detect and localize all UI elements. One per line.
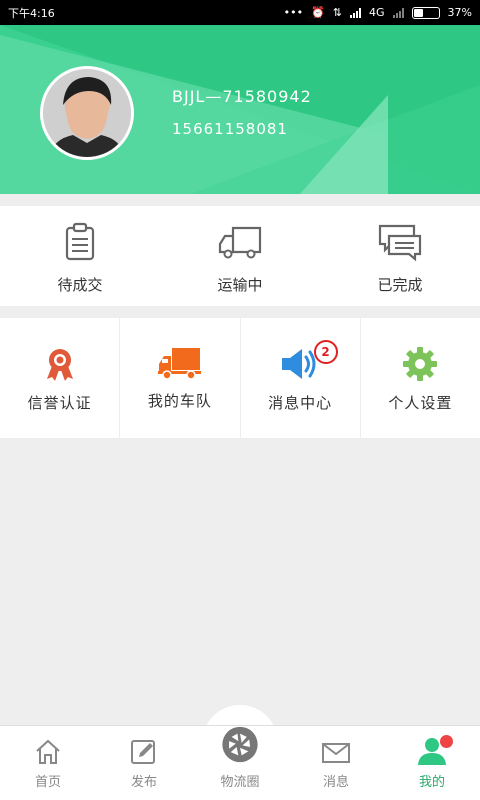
tab-home[interactable]: 首页 <box>0 726 96 800</box>
tab-messages[interactable]: 消息 <box>288 726 384 800</box>
profile-header: BJJL—71580942 15661158081 <box>0 25 480 194</box>
credit-certification-label: 信誉认证 <box>27 394 92 412</box>
tab-mine-label: 我的 <box>418 775 445 790</box>
tab-publish[interactable]: 发布 <box>96 726 192 800</box>
tab-logistics-circle[interactable]: 物流圈 <box>192 726 288 800</box>
avatar-photo <box>43 69 131 157</box>
signal-icon <box>350 7 362 18</box>
alarm-icon: ⏰ <box>311 6 325 19</box>
mail-icon <box>322 743 350 763</box>
tab-logistics-circle-label: 物流圈 <box>220 775 260 790</box>
message-badge: 2 <box>313 340 338 364</box>
tab-mine[interactable]: 我的 <box>384 726 480 800</box>
my-fleet-label: 我的车队 <box>147 392 212 410</box>
order-pending[interactable]: 待成交 <box>0 206 160 306</box>
message-center-label: 消息中心 <box>268 394 333 412</box>
avatar[interactable] <box>40 66 134 160</box>
wifi-off-icon: ⇅ <box>332 6 343 19</box>
home-icon <box>36 739 60 764</box>
personal-settings-label: 个人设置 <box>388 394 453 412</box>
network-type: 4G <box>369 6 385 19</box>
notification-dot <box>440 735 453 748</box>
order-status-row: 待成交 运输中 已完成 <box>0 206 480 306</box>
edit-icon <box>131 740 155 764</box>
battery-icon <box>411 6 440 19</box>
status-time: 下午4:16 <box>8 6 55 20</box>
chat-bubbles-icon <box>378 224 422 262</box>
credit-certification[interactable]: 信誉认证 <box>0 318 120 438</box>
tab-publish-label: 发布 <box>130 775 157 790</box>
message-center[interactable]: 2 消息中心 <box>240 318 360 438</box>
tab-messages-label: 消息 <box>322 775 349 790</box>
my-fleet[interactable]: 我的车队 <box>120 318 240 438</box>
signal-2-icon <box>392 7 404 18</box>
user-phone: 15661158081 <box>172 120 288 138</box>
truck-outline-icon <box>218 226 262 259</box>
feature-grid: 信誉认证 我的车队 2 消息中心 个人设置 <box>0 318 480 438</box>
award-ribbon-icon <box>46 349 73 381</box>
order-pending-label: 待成交 <box>57 276 103 294</box>
order-completed[interactable]: 已完成 <box>320 206 480 306</box>
personal-settings[interactable]: 个人设置 <box>360 318 480 438</box>
user-id: BJJL—71580942 <box>172 87 312 106</box>
order-in-transit-label: 运输中 <box>217 276 263 294</box>
gear-icon <box>403 347 438 381</box>
clipboard-icon <box>65 222 95 261</box>
battery-level: 37% <box>447 6 472 19</box>
bottom-tab-bar: 首页 发布 物流圈 消息 我的 <box>0 725 480 800</box>
aperture-icon <box>222 726 258 763</box>
status-bar: 下午4:16 ••• ⏰ ⇅ 4G 37% <box>0 0 480 25</box>
more-dots-icon: ••• <box>283 6 304 19</box>
tab-home-label: 首页 <box>34 775 61 790</box>
truck-icon <box>157 348 201 380</box>
order-in-transit[interactable]: 运输中 <box>160 206 320 306</box>
order-completed-label: 已完成 <box>377 276 423 294</box>
